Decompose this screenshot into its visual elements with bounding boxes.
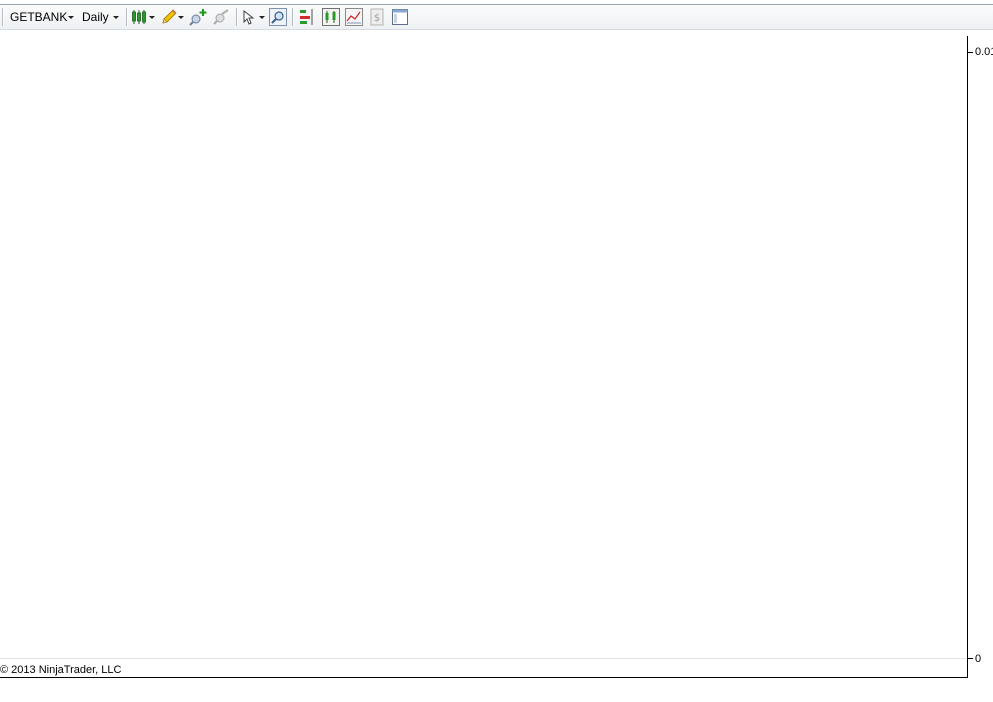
data-box-icon: [322, 8, 340, 26]
remove-indicator-icon: [212, 8, 230, 26]
toolbar-separator: [2, 8, 4, 26]
interval-label: Daily: [82, 10, 109, 24]
toolbar-separator: [126, 8, 128, 26]
drawing-tools-button[interactable]: [160, 8, 184, 26]
y-axis-line: [967, 36, 968, 677]
price-marker-button[interactable]: $: [368, 8, 386, 26]
instrument-label: GETBANK: [10, 10, 68, 24]
instrument-selector[interactable]: GETBANK: [8, 5, 76, 29]
zoom-icon: [269, 8, 287, 26]
interval-selector[interactable]: Daily: [80, 5, 122, 29]
zoom-button[interactable]: [269, 8, 287, 26]
add-indicator-icon: [189, 8, 207, 26]
chevron-down-icon: [68, 16, 74, 19]
chevron-down-icon: [149, 16, 155, 19]
x-axis-line: [0, 677, 968, 678]
chart-toolbar: GETBANK Daily $: [0, 5, 993, 30]
add-indicator-button[interactable]: [189, 8, 207, 26]
toolbar-separator: [236, 8, 238, 26]
chevron-down-icon: [259, 16, 265, 19]
remove-indicator-button[interactable]: [212, 8, 230, 26]
copyright-text: © 2013 NinjaTrader, LLC: [0, 664, 122, 676]
strategy-icon: [298, 8, 316, 26]
chevron-down-icon: [178, 16, 184, 19]
y-axis-bottom-label: 0: [975, 653, 982, 665]
toolbar-separator: [292, 8, 294, 26]
cursor-mode-button[interactable]: [241, 8, 265, 26]
properties-icon: [391, 8, 409, 26]
price-marker-icon: $: [368, 8, 386, 26]
svg-text:$: $: [374, 13, 380, 24]
zero-gridline: [0, 658, 967, 659]
chevron-down-icon: [113, 16, 119, 19]
chart-trader-icon: [345, 8, 363, 26]
chart-trader-button[interactable]: [345, 8, 363, 26]
strategy-button[interactable]: [298, 8, 316, 26]
chart-panel[interactable]: [0, 30, 967, 677]
properties-button[interactable]: [391, 8, 409, 26]
y-axis-top-label: 0.01: [975, 46, 993, 58]
y-axis-tick: [968, 658, 973, 659]
chart-style-button[interactable]: [131, 8, 155, 26]
y-axis-tick: [968, 52, 973, 53]
data-box-button[interactable]: [322, 8, 340, 26]
